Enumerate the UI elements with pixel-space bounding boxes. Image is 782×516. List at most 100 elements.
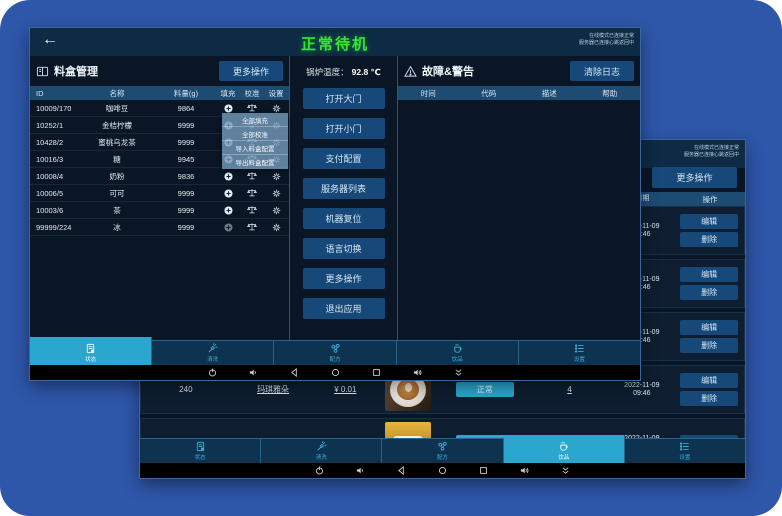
- delete-button[interactable]: 删除: [680, 338, 738, 353]
- delete-button[interactable]: 删除: [680, 232, 738, 247]
- menu-item[interactable]: 导入料盒配置: [222, 141, 288, 155]
- table-row: 10008/4奶粉9836: [30, 168, 289, 185]
- recents-square-icon[interactable]: [372, 368, 381, 377]
- collapse-chevrons-icon[interactable]: [561, 466, 570, 475]
- open-small-door-button[interactable]: 打开小门: [303, 118, 385, 139]
- table-row: 10003/6茶9999: [30, 202, 289, 219]
- admin-screen: ← 正常待机 在线模式已连接正常 服务器已连接心跳返回中 料盒管理 更多操作 I…: [30, 28, 640, 380]
- more-actions-button[interactable]: 更多操作: [303, 268, 385, 289]
- controls-panel: 锅炉温度： 92.8 ℃ 打开大门 打开小门 支付配置 服务器列表 机器复位 语…: [290, 56, 398, 340]
- fill-plus-icon[interactable]: [216, 189, 240, 198]
- language-switch-button[interactable]: 语言切换: [303, 238, 385, 259]
- collapse-chevrons-icon[interactable]: [454, 368, 463, 377]
- edit-button[interactable]: 编辑: [680, 214, 738, 229]
- tab-settings[interactable]: 设置: [519, 341, 640, 365]
- panel-title: 故障&警告: [422, 63, 474, 79]
- updated-date: 2022-11-0909:46: [609, 382, 674, 398]
- volume-low-icon[interactable]: [249, 368, 258, 377]
- tab-settings[interactable]: 设置: [625, 439, 745, 463]
- delete-button[interactable]: 删除: [680, 285, 738, 300]
- settings-gear-icon[interactable]: [264, 172, 288, 181]
- menu-item[interactable]: 全部填充: [222, 113, 288, 127]
- warning-triangle-icon: [404, 65, 417, 78]
- connection-status: 在线模式已连接正常 服务器已连接心跳返回中: [684, 145, 739, 159]
- drink-cup-icon: [452, 343, 463, 354]
- android-nav-bar: [30, 365, 640, 380]
- box-icon: [36, 65, 49, 78]
- tab-clean[interactable]: 清洗: [152, 341, 274, 365]
- fill-plus-icon[interactable]: [216, 104, 240, 113]
- android-nav-bar: [140, 463, 745, 478]
- drink-cup-icon: [558, 441, 569, 452]
- boiler-temp-value: 92.8 ℃: [352, 67, 381, 78]
- volume-high-icon[interactable]: [413, 368, 422, 377]
- tab-clean[interactable]: 清洗: [261, 439, 382, 463]
- fill-plus-icon[interactable]: [216, 172, 240, 181]
- settings-gear-icon[interactable]: [264, 206, 288, 215]
- calibrate-scale-icon[interactable]: [240, 205, 264, 215]
- server-list-button[interactable]: 服务器列表: [303, 178, 385, 199]
- calibrate-scale-icon[interactable]: [240, 222, 264, 232]
- tab-recipe[interactable]: 配方: [382, 439, 503, 463]
- machine-reset-button[interactable]: 机器复位: [303, 208, 385, 229]
- back-triangle-icon[interactable]: [397, 466, 406, 475]
- front-screen-header: ← 正常待机 在线模式已连接正常 服务器已连接心跳返回中: [30, 28, 640, 56]
- volume-high-icon[interactable]: [520, 466, 529, 475]
- status-doc-icon: [85, 343, 96, 354]
- tab-recipe[interactable]: 配方: [274, 341, 396, 365]
- status-badge[interactable]: 正常: [456, 382, 514, 397]
- volume-low-icon[interactable]: [356, 466, 365, 475]
- tab-status[interactable]: 状态: [30, 337, 152, 365]
- calibrate-scale-icon[interactable]: [240, 103, 264, 113]
- tab-drinks[interactable]: 饮品: [397, 341, 519, 365]
- panel-title: 料盒管理: [54, 63, 98, 79]
- edit-button[interactable]: 编辑: [680, 267, 738, 282]
- table-row: 10006/5可可9999: [30, 185, 289, 202]
- settings-gear-icon[interactable]: [264, 189, 288, 198]
- drink-price-link[interactable]: ¥ 0.01: [334, 385, 356, 394]
- machine-state-title: 正常待机: [30, 33, 640, 54]
- settings-list-icon: [574, 343, 585, 354]
- settings-gear-icon[interactable]: [264, 104, 288, 113]
- alerts-table-header: 时间 代码 描述 帮助: [398, 86, 640, 100]
- open-big-door-button[interactable]: 打开大门: [303, 88, 385, 109]
- clean-spray-icon: [316, 441, 327, 452]
- more-actions-dropdown: 全部填充 全部校准 导入料盒配置 导出料盒配置: [222, 113, 288, 169]
- fill-plus-icon[interactable]: [216, 223, 240, 232]
- drink-name-link[interactable]: 玛琪雅朵: [257, 385, 289, 394]
- device-mat: 在线模式已连接正常 服务器已连接心跳返回中 更多操作 日期 操作 2022-11…: [0, 0, 782, 516]
- recents-square-icon[interactable]: [479, 466, 488, 475]
- calibrate-scale-icon[interactable]: [240, 188, 264, 198]
- power-icon[interactable]: [315, 466, 324, 475]
- table-row: 99999/224冰9999: [30, 219, 289, 236]
- back-triangle-icon[interactable]: [290, 368, 299, 377]
- more-actions-button[interactable]: 更多操作: [219, 61, 283, 81]
- drink-count-link[interactable]: 4: [567, 385, 571, 394]
- home-circle-icon[interactable]: [331, 368, 340, 377]
- bottom-tab-bar: 状态 清洗 配方 饮品 设置: [30, 340, 640, 365]
- status-doc-icon: [195, 441, 206, 452]
- edit-button[interactable]: 编辑: [680, 320, 738, 335]
- tab-status[interactable]: 状态: [140, 439, 261, 463]
- clear-log-button[interactable]: 清除日志: [570, 61, 634, 81]
- payment-config-button[interactable]: 支付配置: [303, 148, 385, 169]
- materials-panel: 料盒管理 更多操作 ID 名称 料量(g) 填充 校准 设置 10009/170…: [30, 56, 290, 340]
- more-actions-button[interactable]: 更多操作: [652, 167, 737, 188]
- power-icon[interactable]: [208, 368, 217, 377]
- exit-app-button[interactable]: 退出应用: [303, 298, 385, 319]
- boiler-temp-label: 锅炉温度：: [306, 66, 349, 78]
- home-circle-icon[interactable]: [438, 466, 447, 475]
- fill-plus-icon[interactable]: [216, 206, 240, 215]
- recipe-nodes-icon: [437, 441, 448, 452]
- settings-gear-icon[interactable]: [264, 223, 288, 232]
- edit-button[interactable]: 编辑: [680, 373, 738, 388]
- settings-list-icon: [679, 441, 690, 452]
- menu-item[interactable]: 全部校准: [222, 127, 288, 141]
- tab-drinks[interactable]: 饮品: [504, 435, 625, 463]
- materials-table-header: ID 名称 料量(g) 填充 校准 设置: [30, 86, 289, 100]
- calibrate-scale-icon[interactable]: [240, 171, 264, 181]
- column-ops: 操作: [675, 194, 745, 205]
- delete-button[interactable]: 删除: [680, 391, 738, 406]
- menu-item[interactable]: 导出料盒配置: [222, 155, 288, 169]
- table-row: 189 白咖啡 ¥ 0.01 正常 5 2022-11-0909:46 编辑: [140, 418, 745, 440]
